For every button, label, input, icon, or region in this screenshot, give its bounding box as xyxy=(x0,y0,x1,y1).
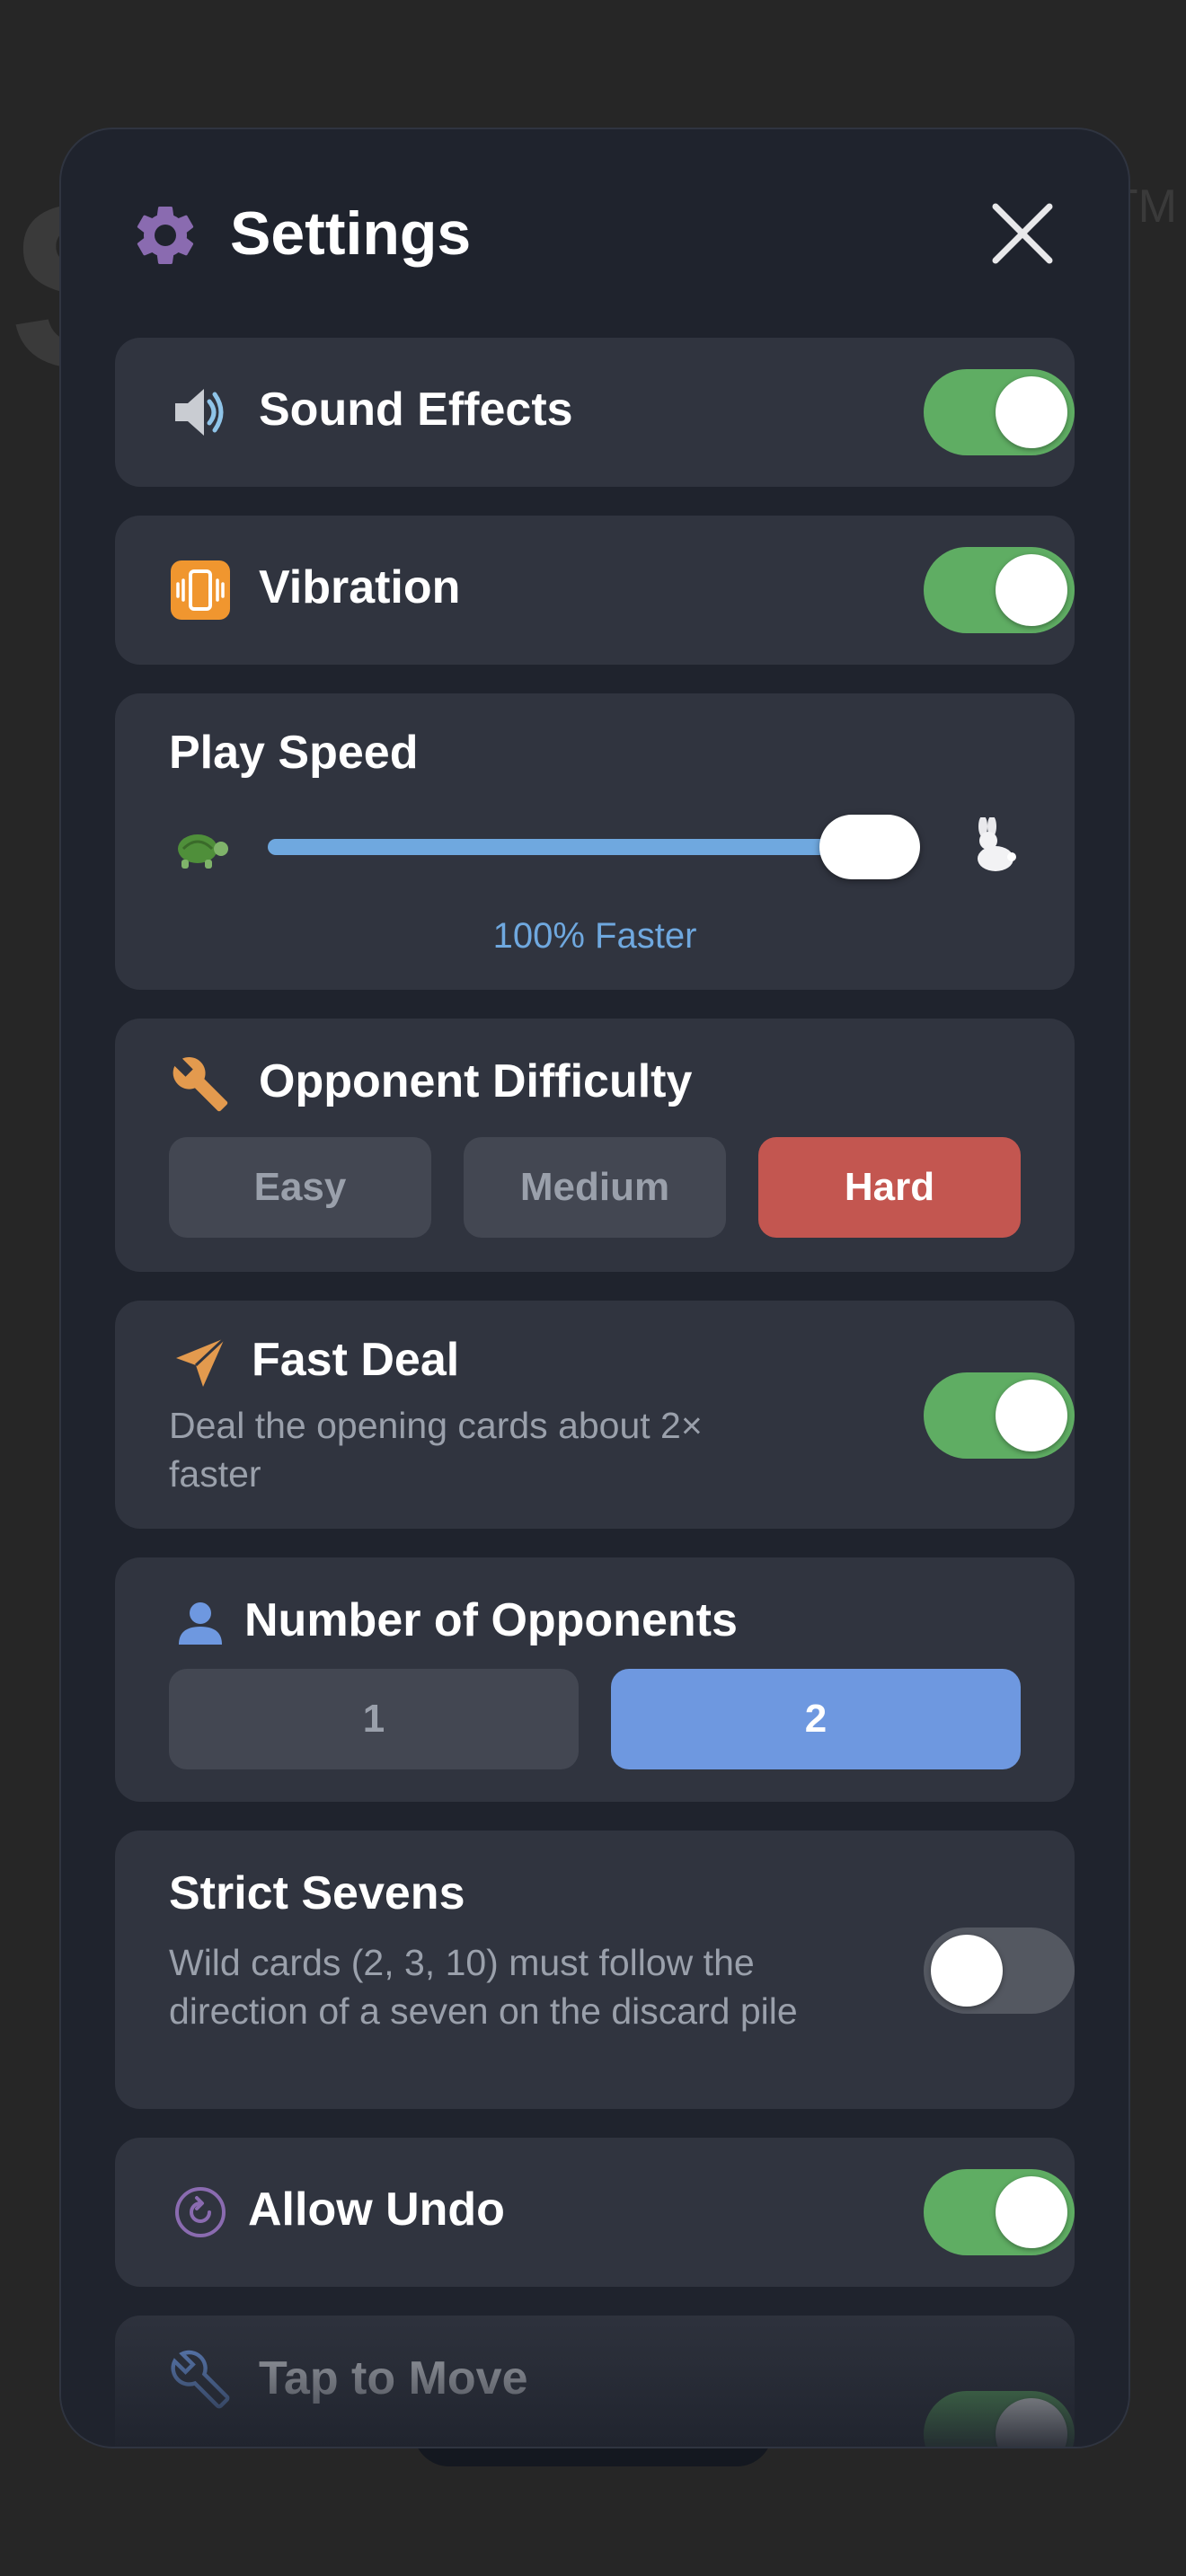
strict-sevens-description: Wild cards (2, 3, 10) must follow the di… xyxy=(169,1942,798,2032)
settings-modal: Settings Sound Effects Vibration Play Sp… xyxy=(59,128,1130,2448)
allow-undo-toggle[interactable] xyxy=(924,2169,1075,2255)
fast-deal-label: Fast Deal xyxy=(252,1334,460,1386)
strict-sevens-label: Strict Sevens xyxy=(169,1867,465,1919)
play-speed-slider-track[interactable] xyxy=(268,839,915,855)
setting-row-fast-deal: Fast Deal Deal the opening cards about 2… xyxy=(115,1301,1075,1529)
modal-header: Settings xyxy=(61,129,1128,336)
tap-to-move-label: Tap to Move xyxy=(259,2352,528,2404)
toggle-knob xyxy=(996,1380,1067,1451)
setting-row-opponent-difficulty: Opponent Difficulty Easy Medium Hard xyxy=(115,1019,1075,1272)
opponent-difficulty-label: Opponent Difficulty xyxy=(259,1055,693,1107)
opponents-option-1[interactable]: 1 xyxy=(169,1669,579,1769)
toggle-knob xyxy=(996,2398,1067,2447)
undo-icon xyxy=(169,2181,232,2244)
toggle-knob xyxy=(996,376,1067,448)
toggle-knob xyxy=(931,1935,1003,2007)
difficulty-option-hard[interactable]: Hard xyxy=(758,1137,1021,1238)
person-icon xyxy=(169,1592,232,1654)
allow-undo-label: Allow Undo xyxy=(248,2183,505,2236)
number-of-opponents-label: Number of Opponents xyxy=(244,1594,738,1646)
toggle-knob xyxy=(996,554,1067,626)
rabbit-icon xyxy=(960,816,1022,878)
play-speed-slider-thumb[interactable] xyxy=(819,815,920,879)
close-icon[interactable] xyxy=(987,198,1058,269)
setting-row-allow-undo: Allow Undo xyxy=(115,2138,1075,2287)
play-speed-value: 100% Faster xyxy=(492,916,697,956)
vibration-icon xyxy=(169,559,232,622)
fast-deal-description: Deal the opening cards about 2× faster xyxy=(169,1405,703,1495)
sound-effects-toggle[interactable] xyxy=(924,369,1075,455)
fast-deal-toggle[interactable] xyxy=(924,1372,1075,1459)
vibration-toggle[interactable] xyxy=(924,547,1075,633)
setting-row-number-of-opponents: Number of Opponents 1 2 xyxy=(115,1557,1075,1802)
wrench-icon xyxy=(169,2348,232,2411)
turtle-icon xyxy=(169,816,232,878)
sound-effects-label: Sound Effects xyxy=(259,384,573,436)
strict-sevens-toggle[interactable] xyxy=(924,1928,1075,2014)
speaker-icon xyxy=(169,381,232,444)
setting-row-sound-effects: Sound Effects xyxy=(115,338,1075,487)
play-speed-label: Play Speed xyxy=(169,727,419,779)
difficulty-option-easy[interactable]: Easy xyxy=(169,1137,431,1238)
page-title: Settings xyxy=(230,199,472,268)
vibration-label: Vibration xyxy=(259,561,461,613)
gear-icon xyxy=(137,206,194,264)
wrench-icon xyxy=(169,1053,232,1116)
setting-row-play-speed: Play Speed 100% Faster xyxy=(115,693,1075,990)
paper-plane-icon xyxy=(169,1331,232,1394)
setting-row-strict-sevens: Strict Sevens Wild cards (2, 3, 10) must… xyxy=(115,1831,1075,2109)
tap-to-move-toggle[interactable] xyxy=(924,2391,1075,2447)
difficulty-option-medium[interactable]: Medium xyxy=(464,1137,726,1238)
setting-row-vibration: Vibration xyxy=(115,516,1075,665)
opponents-option-2[interactable]: 2 xyxy=(611,1669,1021,1769)
setting-row-tap-to-move: Tap to Move xyxy=(115,2316,1075,2447)
toggle-knob xyxy=(996,2176,1067,2248)
